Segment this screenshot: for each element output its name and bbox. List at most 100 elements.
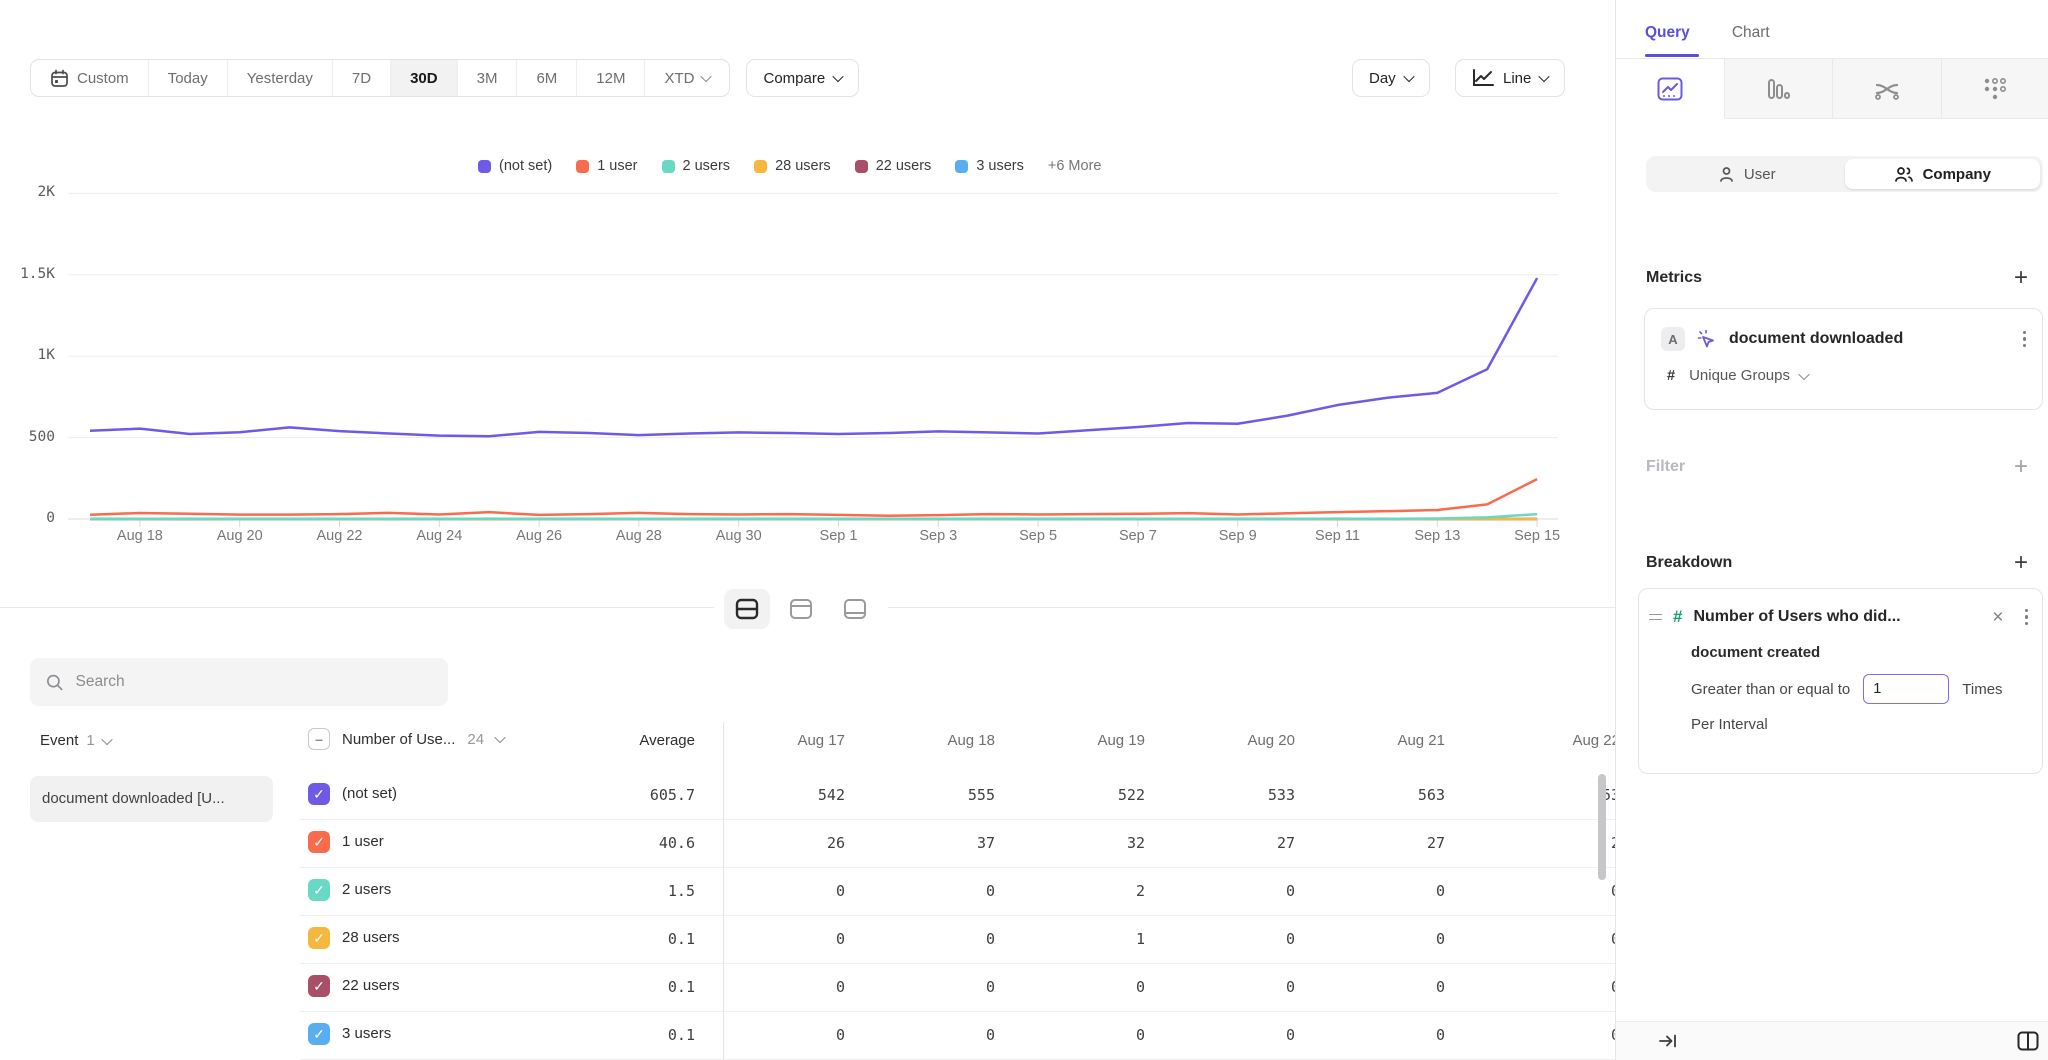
panel-tabs: Query Chart	[1645, 24, 1770, 42]
aggregation-hash-icon: #	[1667, 368, 1675, 384]
times-value-input[interactable]	[1863, 674, 1949, 704]
legend-item[interactable]: 1 user	[576, 158, 637, 174]
series-checkbox[interactable]: ✓	[308, 879, 330, 901]
bar-chart-icon	[1766, 77, 1790, 101]
range-7d-button[interactable]: 7D	[332, 60, 390, 96]
date-column-header: Aug 19	[995, 732, 1145, 749]
cell-value: 2	[995, 882, 1145, 900]
user-segment[interactable]: User	[1649, 159, 1845, 189]
panel-bottom-bar	[1616, 1021, 2048, 1060]
range-6m-button[interactable]: 6M	[516, 60, 576, 96]
legend-swatch	[662, 160, 675, 173]
x-axis-tick: Sep 11	[1296, 528, 1380, 544]
series-checkbox[interactable]: ✓	[308, 831, 330, 853]
granularity-button[interactable]: Day	[1352, 59, 1430, 97]
cell-value: 0	[845, 882, 995, 900]
grid-chart-tab[interactable]	[1942, 59, 2048, 119]
x-axis-tick: Sep 1	[797, 528, 881, 544]
range-12m-button[interactable]: 12M	[576, 60, 644, 96]
series-checkbox[interactable]: ✓	[308, 975, 330, 997]
select-all-checkbox[interactable]: –	[308, 728, 330, 750]
main-area: CustomTodayYesterday7D30D3M6M12MXTD Comp…	[0, 0, 1615, 1060]
series-checkbox[interactable]: ✓	[308, 927, 330, 949]
legend-item[interactable]: (not set)	[478, 158, 552, 174]
cell-value: 0	[1470, 882, 1615, 900]
cell-value: 522	[995, 786, 1145, 804]
add-filter-button[interactable]: +	[2014, 455, 2028, 479]
event-column-header[interactable]: Event 1	[40, 732, 111, 749]
collapse-panel-icon[interactable]	[1658, 1032, 1678, 1050]
chart-style-button[interactable]: Line	[1455, 59, 1565, 97]
table-row: ✓2 users1.5002000	[0, 868, 1615, 916]
tab-chart[interactable]: Chart	[1732, 24, 1770, 42]
date-column-header: Aug 20	[1145, 732, 1295, 749]
range-custom-button[interactable]: Custom	[31, 60, 148, 96]
legend-swatch	[754, 160, 767, 173]
table-row: ✓1 user40.626373227272	[0, 820, 1615, 868]
compare-button[interactable]: Compare	[746, 59, 859, 97]
range-30d-button[interactable]: 30D	[390, 60, 457, 96]
company-segment[interactable]: Company	[1845, 159, 2041, 189]
close-icon[interactable]: ×	[1992, 608, 2003, 627]
chevron-down-icon	[101, 733, 112, 744]
range-3m-button[interactable]: 3M	[457, 60, 517, 96]
table-bottom-view-button[interactable]	[832, 589, 878, 629]
search-input[interactable]	[76, 673, 432, 691]
search-box[interactable]	[30, 658, 448, 706]
legend-label: 3 users	[976, 158, 1024, 174]
metric-letter-badge: A	[1661, 327, 1685, 351]
add-breakdown-button[interactable]: +	[2014, 551, 2028, 575]
add-metric-button[interactable]: +	[2014, 266, 2028, 290]
company-segment-label: Company	[1923, 166, 1991, 183]
search-icon	[46, 673, 64, 692]
metric-menu-icon[interactable]	[2023, 331, 2027, 348]
vertical-scrollbar[interactable]	[1598, 774, 1606, 880]
legend-item[interactable]: 22 users	[855, 158, 932, 174]
flow-chart-icon	[1874, 77, 1900, 101]
legend-item[interactable]: 2 users	[662, 158, 731, 174]
legend-label: 1 user	[597, 158, 637, 174]
cell-value: 0	[1145, 882, 1295, 900]
series-column-header[interactable]: – Number of Use... 24	[308, 728, 504, 750]
chart-top-view-button[interactable]	[778, 589, 824, 629]
legend-label: 2 users	[683, 158, 731, 174]
legend-item[interactable]: 28 users	[754, 158, 831, 174]
cell-value: 0	[1295, 930, 1445, 948]
split-view-button[interactable]	[724, 589, 770, 629]
x-axis-tick: Sep 15	[1495, 528, 1579, 544]
series-label: 1 user	[342, 833, 384, 850]
legend-more[interactable]: +6 More	[1048, 158, 1102, 174]
breakdown-condition-label: Greater than or equal to	[1691, 681, 1850, 698]
breakdown-card[interactable]: # Number of Users who did... × document …	[1638, 588, 2043, 774]
flow-chart-tab[interactable]	[1833, 59, 1942, 119]
cell-value: 0	[695, 882, 845, 900]
bar-chart-tab[interactable]	[1725, 59, 1834, 119]
cell-value: 563	[1295, 786, 1445, 804]
x-axis-tick: Sep 9	[1196, 528, 1280, 544]
line-chart[interactable]	[60, 188, 1565, 536]
breakdown-menu-icon[interactable]	[2025, 609, 2029, 626]
date-column-header: Aug 17	[695, 732, 845, 749]
range-yesterday-button[interactable]: Yesterday	[227, 60, 332, 96]
cell-value: 0	[1470, 978, 1615, 996]
cell-value: 0	[695, 978, 845, 996]
split-panel-icon[interactable]	[2017, 1031, 2039, 1051]
range-xtd-button[interactable]: XTD	[644, 60, 729, 96]
line-chart-tab[interactable]	[1616, 59, 1725, 119]
series-checkbox[interactable]: ✓	[308, 783, 330, 805]
metric-card[interactable]: A document downloaded # Unique Groups	[1644, 308, 2043, 410]
average-value: 0.1	[545, 1026, 695, 1044]
y-axis-tick: 500	[0, 429, 55, 445]
breakdown-event-name: document created	[1639, 627, 2042, 661]
filter-section-header: Filter +	[1646, 455, 2028, 479]
cell-value: 27	[1145, 834, 1295, 852]
breakdown-section-header: Breakdown +	[1646, 551, 2028, 575]
aggregation-dropdown[interactable]: Unique Groups	[1689, 367, 1808, 384]
series-checkbox[interactable]: ✓	[308, 1023, 330, 1045]
legend-item[interactable]: 3 users	[955, 158, 1024, 174]
series-header-label: Number of Use...	[342, 731, 455, 748]
tab-query[interactable]: Query	[1645, 24, 1690, 42]
y-axis-tick: 2K	[0, 184, 55, 200]
drag-handle-icon[interactable]	[1649, 614, 1662, 621]
range-today-button[interactable]: Today	[148, 60, 227, 96]
